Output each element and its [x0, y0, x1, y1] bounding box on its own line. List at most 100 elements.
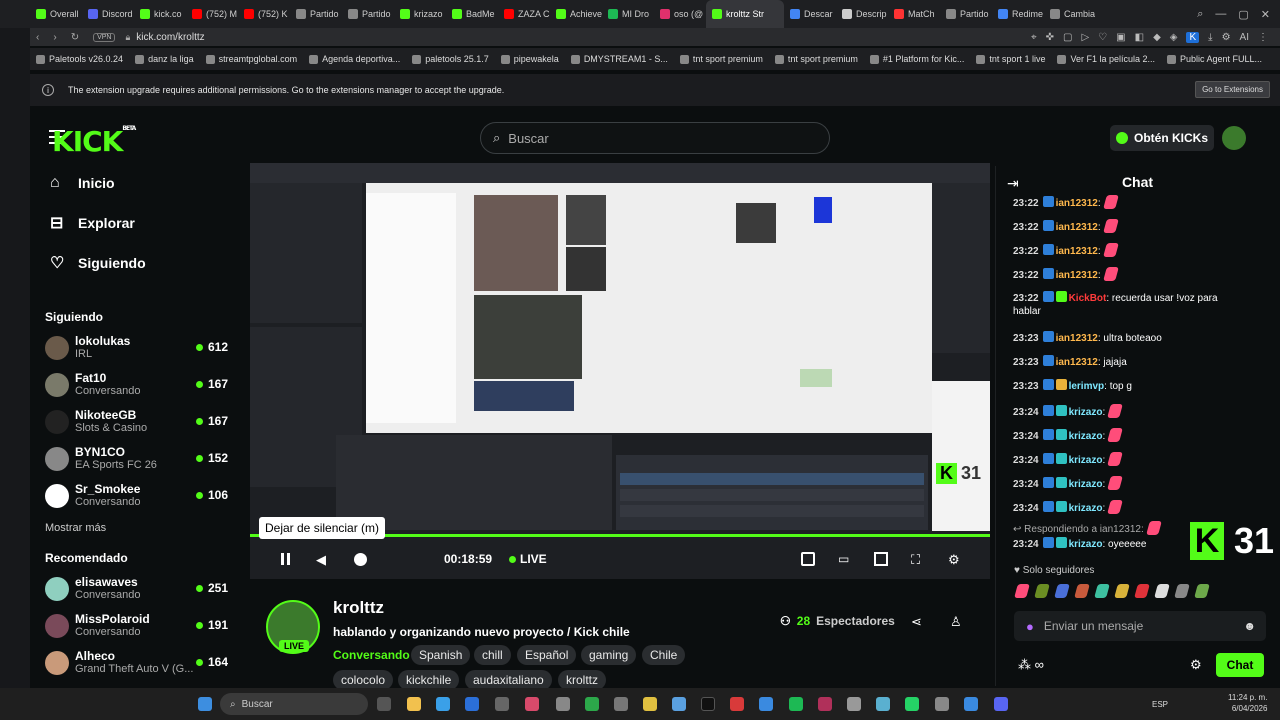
stream-tag[interactable]: Chile — [642, 645, 686, 665]
browser-tab[interactable]: Descar — [784, 0, 836, 28]
nav-item[interactable]: ♡ Siguiendo — [30, 243, 248, 283]
browser-tab[interactable]: Overall — [30, 0, 82, 28]
chat-username[interactable]: krizazo — [1069, 479, 1103, 490]
stream-tag[interactable]: Spanish — [411, 645, 471, 665]
app-icon[interactable] — [818, 697, 832, 711]
emote[interactable] — [1154, 584, 1170, 598]
nav-item[interactable]: ⌂ Inicio — [30, 166, 248, 203]
stream-category[interactable]: Conversando — [333, 648, 410, 662]
browser-tab[interactable]: BadMe — [446, 0, 498, 28]
ext-5-icon[interactable]: K — [1186, 31, 1200, 43]
system-clock[interactable]: 11:24 p. m. 6/04/2026 — [1228, 692, 1267, 714]
file-explorer-icon[interactable] — [407, 697, 421, 711]
browser-tab[interactable]: Discord — [82, 0, 134, 28]
play-icon[interactable]: ▷ — [1082, 32, 1090, 43]
bookmark[interactable]: danz la liga — [135, 54, 194, 64]
chat-username[interactable]: ian12312 — [1056, 198, 1098, 209]
channel-item[interactable]: elisawaves Conversando 251 — [30, 570, 248, 607]
streamer-name[interactable]: krolttz — [333, 598, 384, 618]
search-tabs-icon[interactable]: ⌕ — [1197, 8, 1203, 21]
app-icon[interactable] — [876, 697, 890, 711]
screenshot-icon[interactable]: ▢ — [1063, 32, 1072, 43]
pin-icon[interactable]: ✜ — [1046, 32, 1054, 43]
browser-tab[interactable]: Achieve — [550, 0, 602, 28]
stream-tag[interactable]: krolttz — [558, 670, 607, 690]
spotify-icon[interactable] — [789, 697, 803, 711]
emote[interactable] — [1054, 584, 1070, 598]
channel-item[interactable]: MissPolaroid Conversando 191 — [30, 607, 248, 644]
app-icon[interactable] — [672, 697, 686, 711]
settings-app-icon[interactable] — [935, 697, 949, 711]
browser-tab[interactable]: Partido — [290, 0, 342, 28]
user-avatar[interactable] — [1222, 126, 1246, 150]
app-icon[interactable] — [964, 697, 978, 711]
channel-item[interactable]: Alheco Grand Theft Auto V (G... 164 — [30, 644, 248, 681]
chat-username[interactable]: lerimvp — [1069, 381, 1105, 392]
language-indicator[interactable]: ESP — [1152, 700, 1168, 709]
app-icon[interactable] — [614, 697, 628, 711]
live-indicator[interactable]: LIVE — [509, 552, 547, 566]
browser-tab[interactable]: Descrip — [836, 0, 888, 28]
stream-tag[interactable]: kickchile — [398, 670, 460, 690]
download-icon[interactable]: ⤓ — [1208, 32, 1212, 43]
stream-tag[interactable]: chill — [474, 645, 511, 665]
menu-icon[interactable]: ⋮ — [1258, 32, 1268, 43]
forward-icon[interactable]: › — [53, 32, 56, 43]
chat-username[interactable]: ian12312 — [1056, 357, 1098, 368]
bookmark[interactable]: Ver F1 la película 2... — [1057, 54, 1155, 64]
follow-icon[interactable]: ♙ — [950, 614, 962, 630]
chat-username[interactable]: krizazo — [1069, 407, 1103, 418]
browser-tab[interactable]: Cambia — [1044, 0, 1096, 28]
emote[interactable] — [1134, 584, 1150, 598]
pause-button[interactable] — [279, 552, 293, 566]
send-chat-button[interactable]: Chat — [1216, 653, 1264, 677]
chat-settings-icon[interactable]: ⚙ — [1190, 657, 1202, 673]
bookmark[interactable]: Agenda deportiva... — [309, 54, 400, 64]
app-icon[interactable] — [847, 697, 861, 711]
workspace-icon[interactable] — [0, 0, 30, 28]
share-icon[interactable]: ⋖ — [911, 614, 922, 630]
stream-tag[interactable]: gaming — [581, 645, 637, 665]
browser-tab[interactable]: ZAZA C — [498, 0, 550, 28]
chat-username[interactable]: krizazo — [1069, 503, 1103, 514]
close-icon[interactable]: ✕ — [1261, 8, 1270, 21]
obs-icon[interactable] — [495, 697, 509, 711]
xbox-icon[interactable] — [585, 697, 599, 711]
settings-icon[interactable]: ⚙ — [1222, 32, 1231, 43]
heart-icon[interactable]: ♡ — [1098, 32, 1107, 43]
chat-username[interactable]: ian12312 — [1056, 222, 1098, 233]
chat-username[interactable]: ian12312 — [1056, 246, 1098, 257]
bookmark[interactable]: #1 Platform for Kic... — [869, 54, 964, 64]
browser-tab[interactable]: Redime — [992, 0, 1044, 28]
bookmark[interactable]: Paletools v26.0.24 — [36, 54, 123, 64]
emote[interactable] — [1114, 584, 1130, 598]
browser-tab[interactable]: kick.co — [134, 0, 186, 28]
maximize-icon[interactable]: ▢ — [1238, 8, 1248, 21]
clip-button[interactable] — [801, 552, 815, 566]
chat-username[interactable]: ian12312 — [1056, 333, 1098, 344]
discord-icon[interactable] — [994, 697, 1008, 711]
url-field[interactable]: kick.com/krolttz — [136, 32, 204, 43]
taskbar-search[interactable]: ⌕ Buscar — [220, 693, 368, 715]
browser-tab[interactable]: krolttz Str — [706, 0, 784, 28]
chat-username[interactable]: ian12312 — [1056, 270, 1098, 281]
chat-input[interactable]: ● Enviar un mensaje ☻ — [1014, 611, 1266, 641]
channel-item[interactable]: lokolukas IRL 612 — [30, 329, 248, 366]
get-kicks-button[interactable]: Obtén KICKs — [1110, 125, 1214, 151]
stream-tag[interactable]: audaxitaliano — [465, 670, 552, 690]
pip-icon[interactable]: ▭ — [838, 552, 852, 566]
nav-item[interactable]: ⊟ Explorar — [30, 203, 248, 243]
chat-username[interactable]: krizazo — [1069, 431, 1103, 442]
bookmark[interactable]: Public Agent FULL... — [1167, 54, 1262, 64]
ext-3-icon[interactable]: ◆ — [1153, 32, 1161, 43]
app-icon[interactable] — [556, 697, 570, 711]
browser-tab[interactable]: (752) M — [186, 0, 238, 28]
emote[interactable] — [1034, 584, 1050, 598]
emote[interactable] — [1194, 584, 1210, 598]
chat-username[interactable]: krizazo — [1069, 539, 1103, 550]
points-icon[interactable]: ⁂ ∞ — [1018, 657, 1044, 673]
app-icon[interactable] — [643, 697, 657, 711]
go-to-extensions-button[interactable]: Go to Extensions — [1195, 81, 1270, 98]
theater-mode-icon[interactable] — [874, 552, 888, 566]
channel-item[interactable]: Fat10 Conversando 167 — [30, 366, 248, 403]
